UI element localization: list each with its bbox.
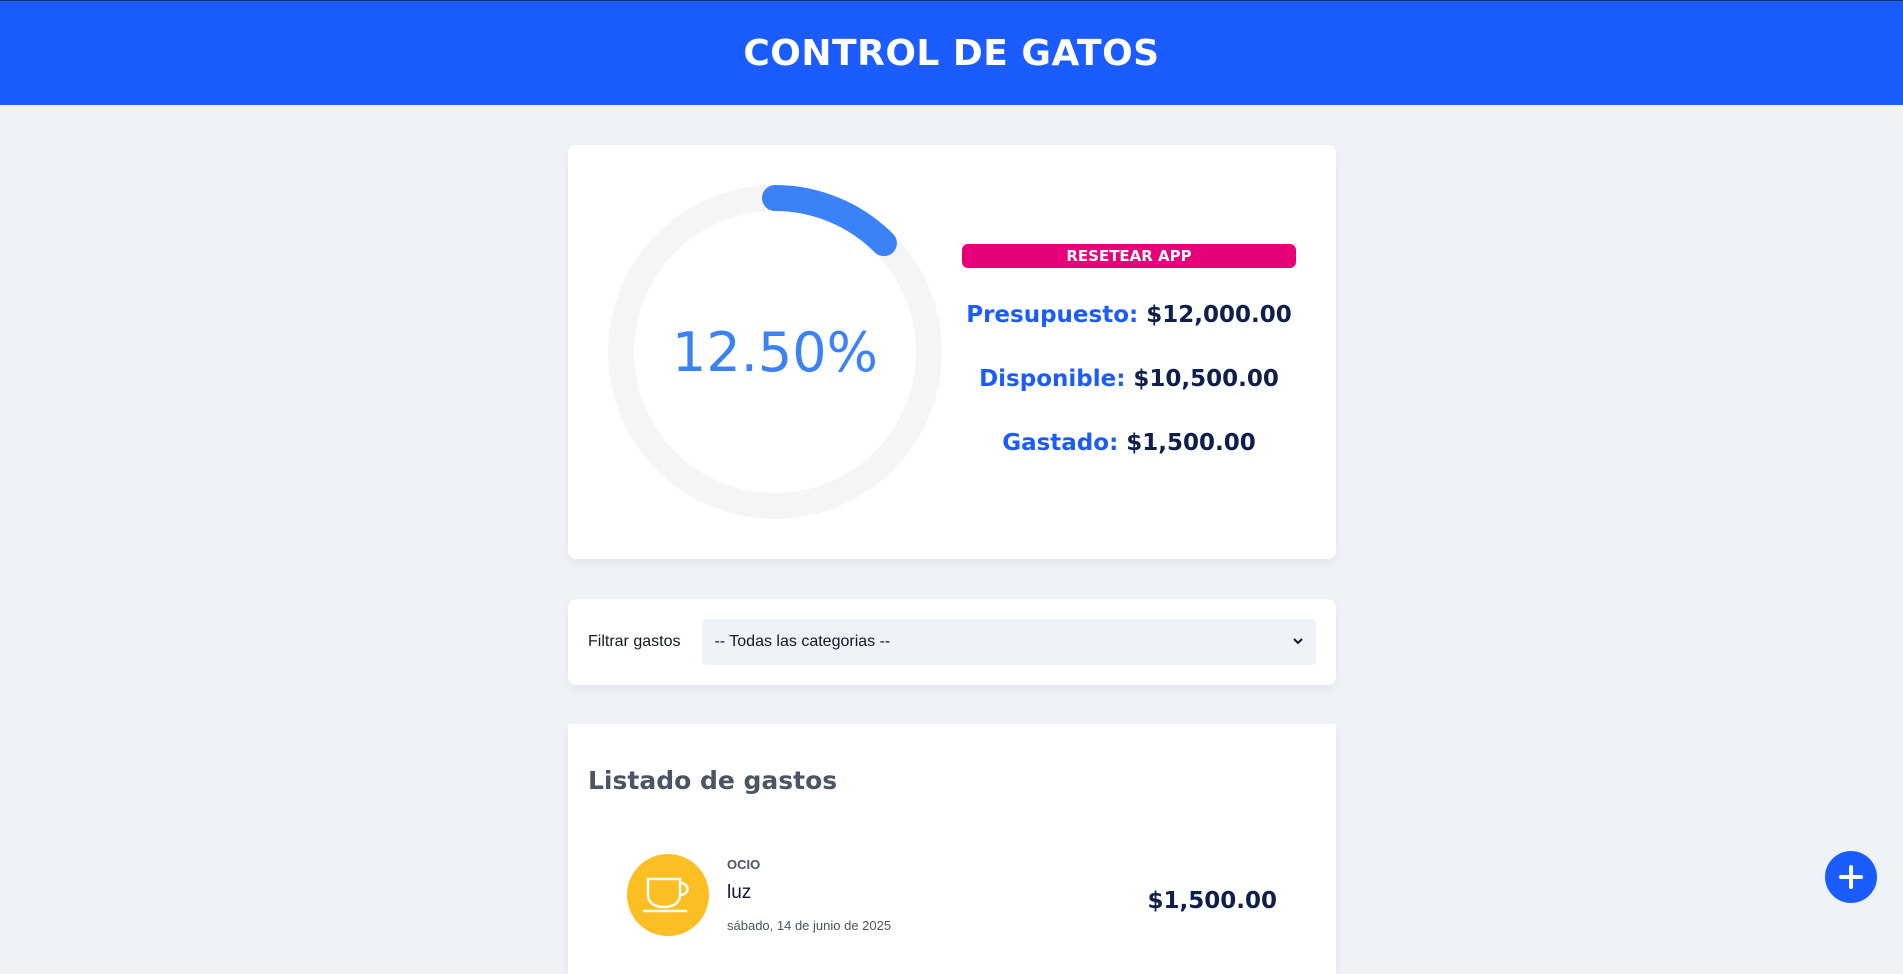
budget-card: 12.50% RESETEAR APP Presupuesto: $12,000… (568, 145, 1336, 559)
filter-label: Filtrar gastos (588, 633, 681, 650)
app-title: CONTROL DE GATOS (743, 32, 1160, 74)
chevron-down-icon (1292, 634, 1304, 650)
app-header: CONTROL DE GATOS (0, 0, 1903, 105)
plus-icon (1839, 865, 1863, 889)
cup-icon (627, 854, 709, 936)
percent-spent-text: 12.50% (672, 320, 878, 384)
progress-ring: 12.50% (608, 185, 942, 519)
budget-row: Presupuesto: $12,000.00 (966, 302, 1292, 328)
available-value: $10,500.00 (1133, 366, 1279, 392)
add-expense-button[interactable] (1825, 851, 1877, 903)
expense-list-title: Listado de gastos (588, 766, 838, 795)
available-row: Disponible: $10,500.00 (979, 366, 1279, 392)
expense-category: OCIO (727, 857, 761, 872)
category-filter-select[interactable]: -- Todas las categorias -- (702, 619, 1316, 665)
expense-list-card: Listado de gastos OCIO luz sábado, 14 de… (568, 724, 1336, 974)
expense-name: luz (727, 882, 752, 903)
expense-amount: $1,500.00 (1147, 888, 1278, 914)
spent-label: Gastado: (1002, 430, 1119, 456)
list-item[interactable]: OCIO luz sábado, 14 de junio de 2025 $1,… (627, 854, 1277, 974)
filter-card: Filtrar gastos -- Todas las categorias -… (568, 599, 1336, 685)
spent-row: Gastado: $1,500.00 (1002, 430, 1256, 456)
filter-selected-value: -- Todas las categorias -- (714, 633, 891, 650)
budget-value: $12,000.00 (1146, 302, 1292, 328)
available-label: Disponible: (979, 366, 1126, 392)
budget-summary: RESETEAR APP Presupuesto: $12,000.00 Dis… (962, 244, 1296, 456)
expense-date: sábado, 14 de junio de 2025 (727, 918, 892, 933)
budget-label: Presupuesto: (966, 302, 1139, 328)
spent-value: $1,500.00 (1126, 430, 1256, 456)
reset-app-button[interactable]: RESETEAR APP (962, 244, 1296, 268)
